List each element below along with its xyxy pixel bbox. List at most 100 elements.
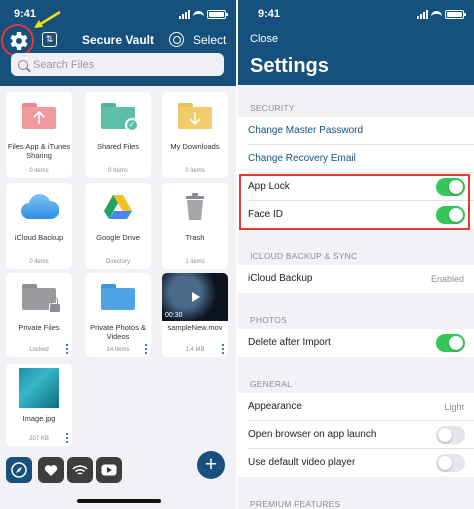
signal-icon: [179, 10, 190, 19]
folder-tile[interactable]: Files App & iTunes Sharing 0 items: [6, 92, 72, 178]
section-header: GENERAL: [250, 379, 293, 389]
tile-name: Trash: [185, 233, 205, 242]
play-icon: [192, 292, 200, 302]
wifi-icon: [193, 10, 204, 19]
battery-icon: [207, 10, 228, 19]
more-icon[interactable]: [66, 433, 69, 443]
select-button[interactable]: Select: [193, 33, 226, 47]
appearance-row[interactable]: Appearance Light: [238, 393, 474, 421]
row-label: Change Master Password: [248, 125, 364, 136]
tile-size: 207 KB: [29, 436, 49, 442]
open-browser-toggle[interactable]: [436, 426, 465, 444]
row-label: Open browser on app launch: [248, 429, 377, 440]
search-icon: [18, 59, 28, 70]
tile-size: 1.4 MB: [185, 347, 205, 353]
folder-tile[interactable]: ✓ Shared Files 0 Items: [85, 92, 151, 178]
download-folder-icon: [178, 103, 212, 129]
tile-count: 0 items: [185, 168, 205, 174]
tile-count: Directory: [105, 259, 130, 265]
search-input[interactable]: [33, 58, 213, 71]
more-icon[interactable]: [145, 344, 148, 354]
home-indicator: [77, 499, 161, 503]
heart-icon[interactable]: [38, 457, 64, 483]
row-label: Use default video player: [248, 457, 356, 468]
row-label: Appearance: [248, 401, 302, 412]
tile-name: Google Drive: [96, 233, 140, 242]
tile-count: 0 items: [29, 259, 49, 265]
image-tile[interactable]: Image.jpg 207 KB: [6, 364, 72, 446]
battery-icon: [445, 10, 466, 19]
row-label: Change Recovery Email: [248, 153, 356, 164]
wifi-share-icon[interactable]: [67, 457, 93, 483]
add-button[interactable]: +: [197, 451, 225, 479]
folder-icon: [101, 284, 135, 310]
tile-name: Private Files: [18, 323, 60, 332]
tile-count: 0 Items: [108, 168, 128, 174]
status-bar: 9:41: [238, 7, 474, 23]
tile-count: 0 items: [29, 168, 49, 174]
status-icons: [179, 10, 228, 19]
folder-tile[interactable]: Google Drive Directory: [85, 183, 151, 269]
delete-after-import-toggle[interactable]: [436, 334, 465, 352]
secure-vault-screen: 9:41 ⇅ Secure Vault Select Search Files …: [0, 0, 236, 509]
annotation-arrow-icon: [34, 10, 61, 28]
vault-lock-icon[interactable]: [169, 32, 184, 47]
tile-count: 1 items: [185, 259, 205, 265]
tile-name: Private Photos & Videos: [90, 323, 146, 341]
change-recovery-email-row[interactable]: Change Recovery Email: [238, 145, 474, 173]
row-value: Enabled: [430, 274, 464, 284]
section-header: ICLOUD BACKUP & SYNC: [250, 251, 358, 261]
tile-name: Image.jpg: [22, 414, 56, 423]
tile-count: 14 Items: [106, 347, 130, 353]
search-bar[interactable]: [11, 53, 224, 76]
locked-folder-icon: [22, 284, 61, 313]
icloud-icon: [21, 194, 59, 219]
default-video-player-row: Use default video player: [238, 449, 474, 477]
folder-tile[interactable]: iCloud Backup 0 items: [6, 183, 72, 269]
sort-icon[interactable]: ⇅: [42, 32, 57, 47]
tile-name: iCloud Backup: [14, 233, 64, 242]
page-title: Secure Vault: [81, 33, 155, 47]
compass-icon[interactable]: [6, 457, 32, 483]
settings-header: 9:41 Close Settings: [238, 0, 474, 85]
upload-folder-icon: [22, 103, 56, 129]
wifi-icon: [431, 10, 442, 19]
change-master-password-row[interactable]: Change Master Password: [238, 117, 474, 145]
signal-icon: [417, 10, 428, 19]
video-duration: 00:30: [165, 312, 183, 319]
trash-icon: [186, 193, 204, 220]
google-drive-icon: [104, 195, 132, 219]
settings-screen: 9:41 Close Settings SECURITY Change Mast…: [238, 0, 474, 509]
folder-tile[interactable]: Private Photos & Videos 14 Items: [85, 273, 151, 357]
section-header: PREMIUM FEATURES: [250, 499, 341, 509]
folder-tile[interactable]: My Downloads 0 items: [162, 92, 228, 178]
icloud-backup-row[interactable]: iCloud Backup Enabled: [238, 265, 474, 293]
tile-count: Locked: [29, 347, 49, 353]
folder-tile[interactable]: Private Files Locked: [6, 273, 72, 357]
tile-name: Shared Files: [96, 142, 140, 151]
status-icons: [417, 10, 466, 19]
status-time: 9:41: [258, 8, 281, 20]
shared-folder-icon: ✓: [101, 103, 139, 132]
default-video-player-toggle[interactable]: [436, 454, 465, 472]
close-button[interactable]: Close: [250, 33, 278, 45]
tile-name: sampleNew.mov: [167, 323, 223, 332]
section-header: SECURITY: [250, 103, 295, 113]
image-thumbnail: [19, 368, 59, 408]
vault-header: 9:41 ⇅ Secure Vault Select: [0, 0, 236, 86]
page-title: Settings: [250, 55, 329, 77]
video-tile[interactable]: 00:30 sampleNew.mov 1.4 MB: [162, 273, 228, 357]
more-icon[interactable]: [66, 344, 69, 354]
row-label: iCloud Backup: [248, 273, 313, 284]
open-browser-row: Open browser on app launch: [238, 421, 474, 449]
annotation-highlight-box: [239, 174, 470, 230]
more-icon[interactable]: [222, 344, 225, 354]
row-value: Light: [444, 402, 464, 412]
youtube-icon[interactable]: [96, 457, 122, 483]
video-thumbnail: 00:30: [162, 273, 228, 321]
tile-name: My Downloads: [170, 142, 220, 151]
delete-after-import-row: Delete after Import: [238, 329, 474, 357]
tile-name: Files App & iTunes Sharing: [7, 142, 71, 160]
folder-tile[interactable]: Trash 1 items: [162, 183, 228, 269]
section-header: PHOTOS: [250, 315, 287, 325]
